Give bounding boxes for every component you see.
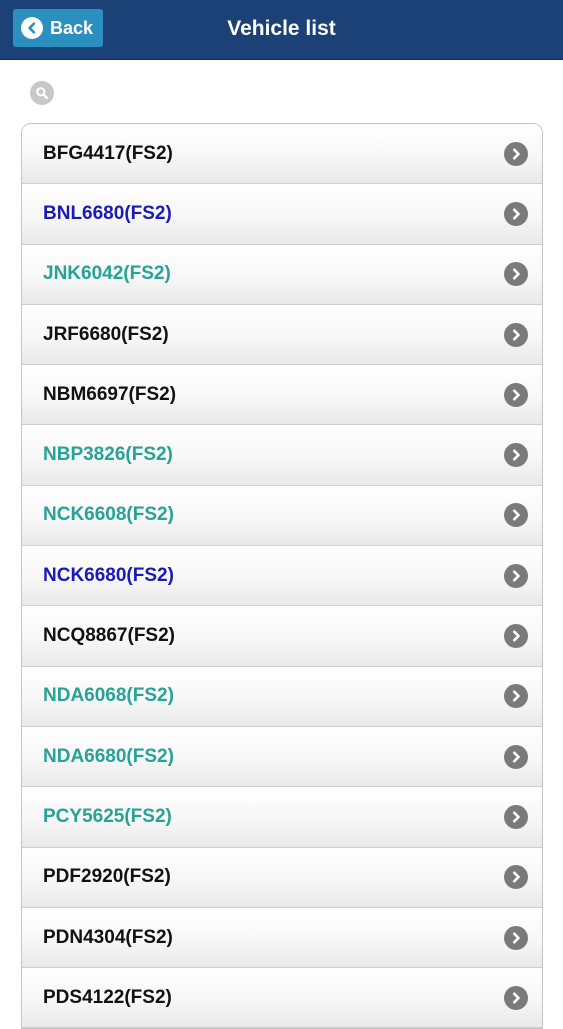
vehicle-list-item[interactable]: JRF6680(FS2) (22, 304, 542, 366)
chevron-right-icon (504, 925, 528, 950)
vehicle-label: PCY5625(FS2) (43, 805, 172, 827)
chevron-right-icon (504, 563, 528, 588)
vehicle-label: NDA6680(FS2) (43, 745, 174, 767)
chevron-right-icon (504, 262, 528, 287)
vehicle-list-item[interactable]: PCY5625(FS2) (22, 787, 542, 848)
chevron-right-icon (504, 985, 528, 1010)
chevron-right-icon (504, 744, 528, 769)
chevron-right-icon (504, 141, 528, 166)
vehicle-label: NBM6697(FS2) (43, 383, 177, 405)
vehicle-label: BFG4417(FS2) (43, 142, 173, 164)
vehicle-label: PDS4122(FS2) (43, 986, 172, 1008)
navigation-bar: Back Vehicle list (0, 0, 563, 60)
vehicle-label: NDA6068(FS2) (43, 685, 174, 707)
vehicle-list-item[interactable]: BFG4417(FS2) (22, 124, 542, 185)
vehicle-list-item[interactable]: NBM6697(FS2) (22, 365, 542, 426)
chevron-right-icon (504, 503, 528, 528)
vehicle-label: JNK6042(FS2) (43, 263, 171, 285)
vehicle-list-item[interactable]: PDN4304(FS2) (22, 907, 542, 969)
vehicle-list-item[interactable]: PDF2920(FS2) (22, 847, 542, 908)
vehicle-list-item[interactable]: NCQ8867(FS2) (22, 606, 542, 667)
vehicle-label: PDF2920(FS2) (43, 866, 171, 888)
search-input[interactable] (60, 76, 540, 110)
vehicle-label: NCK6608(FS2) (43, 504, 174, 526)
chevron-right-icon (504, 804, 528, 829)
chevron-right-icon (504, 322, 528, 347)
chevron-right-icon (504, 443, 528, 468)
vehicle-label: PDN4304(FS2) (43, 926, 173, 948)
vehicle-list-item[interactable]: NBP3826(FS2) (22, 425, 542, 486)
vehicle-list-item[interactable]: PDS4122(FS2) (22, 968, 542, 1029)
vehicle-label: NCQ8867(FS2) (43, 625, 175, 647)
search-bar (0, 60, 563, 122)
vehicle-list-item[interactable]: NDA6068(FS2) (22, 666, 542, 727)
search-icon (30, 81, 54, 105)
vehicle-label: NCK6680(FS2) (43, 564, 174, 586)
vehicle-label: NBP3826(FS2) (43, 444, 173, 466)
chevron-right-icon (504, 684, 528, 709)
chevron-right-icon (504, 382, 528, 407)
vehicle-list-item[interactable]: NCK6680(FS2) (22, 546, 542, 607)
vehicle-list-item[interactable]: JNK6042(FS2) (22, 244, 542, 305)
vehicle-list: BFG4417(FS2) BNL6680(FS2) JNK6042(FS2) JRF6… (21, 123, 543, 1029)
vehicle-list-item[interactable]: NDA6680(FS2) (22, 726, 542, 788)
vehicle-label: JRF6680(FS2) (43, 323, 169, 345)
chevron-right-icon (504, 865, 528, 890)
vehicle-list-item[interactable]: NCK6608(FS2) (22, 485, 542, 547)
vehicle-list-item[interactable]: BNL6680(FS2) (22, 184, 542, 245)
chevron-right-icon (504, 201, 528, 226)
vehicle-label: BNL6680(FS2) (43, 202, 172, 224)
page-title: Vehicle list (227, 17, 336, 40)
chevron-right-icon (504, 624, 528, 649)
